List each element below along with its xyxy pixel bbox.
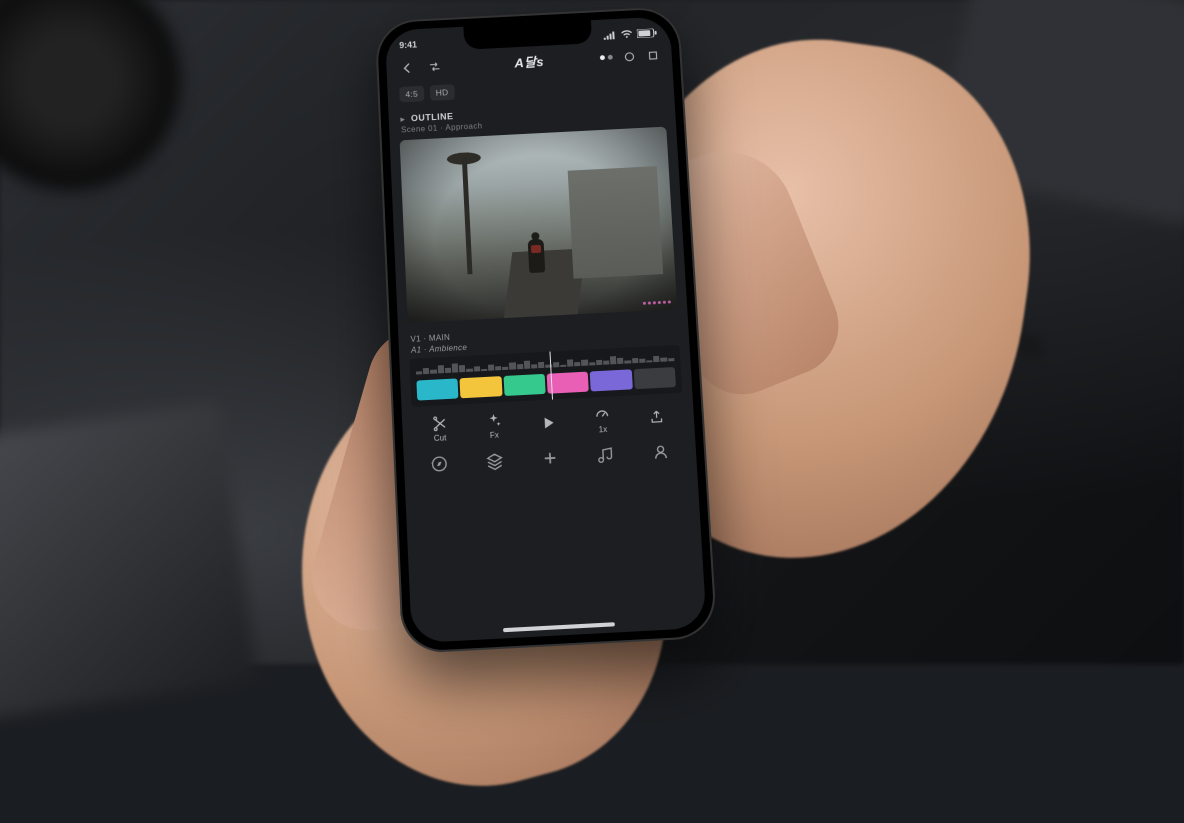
laptop-prop (0, 403, 258, 725)
clip[interactable] (416, 378, 458, 400)
swap-icon[interactable] (425, 57, 444, 75)
preview-figure (528, 239, 546, 273)
aspect-chip[interactable]: 4:5 (399, 86, 424, 103)
tool-speed[interactable]: 1x (582, 406, 624, 435)
tab-add[interactable] (538, 446, 561, 469)
tab-profile[interactable] (649, 441, 672, 464)
clip[interactable] (460, 376, 502, 398)
tool-play[interactable] (528, 413, 569, 433)
preview-overlay-dots (643, 300, 671, 304)
status-time: 9:41 (399, 40, 417, 51)
tool-more[interactable] (636, 408, 677, 428)
tool-cut[interactable]: Cut (419, 414, 460, 443)
page-dots (600, 55, 613, 60)
battery-icon (637, 28, 657, 38)
clip[interactable] (633, 367, 676, 389)
cell-signal-icon (602, 30, 616, 39)
circle-button[interactable] (622, 47, 637, 65)
phone-screen: 9:41 (385, 16, 707, 643)
screen-title: A달s (514, 52, 545, 72)
tab-home[interactable] (428, 452, 451, 475)
section-label: OUTLINE (411, 111, 454, 123)
wifi-icon (620, 29, 633, 38)
video-preview[interactable] (400, 127, 678, 323)
phone-device: 9:41 (375, 6, 718, 654)
home-indicator[interactable] (503, 622, 615, 632)
quality-chip[interactable]: HD (429, 84, 454, 101)
clip[interactable] (590, 369, 633, 391)
tab-sound[interactable] (594, 444, 617, 467)
back-button[interactable] (398, 59, 417, 77)
chevron-right-icon: ▸ (400, 114, 405, 123)
tool-fx[interactable]: Fx (473, 412, 515, 441)
tab-library[interactable] (483, 449, 506, 472)
clip[interactable] (503, 374, 545, 396)
crop-button[interactable] (646, 46, 661, 64)
